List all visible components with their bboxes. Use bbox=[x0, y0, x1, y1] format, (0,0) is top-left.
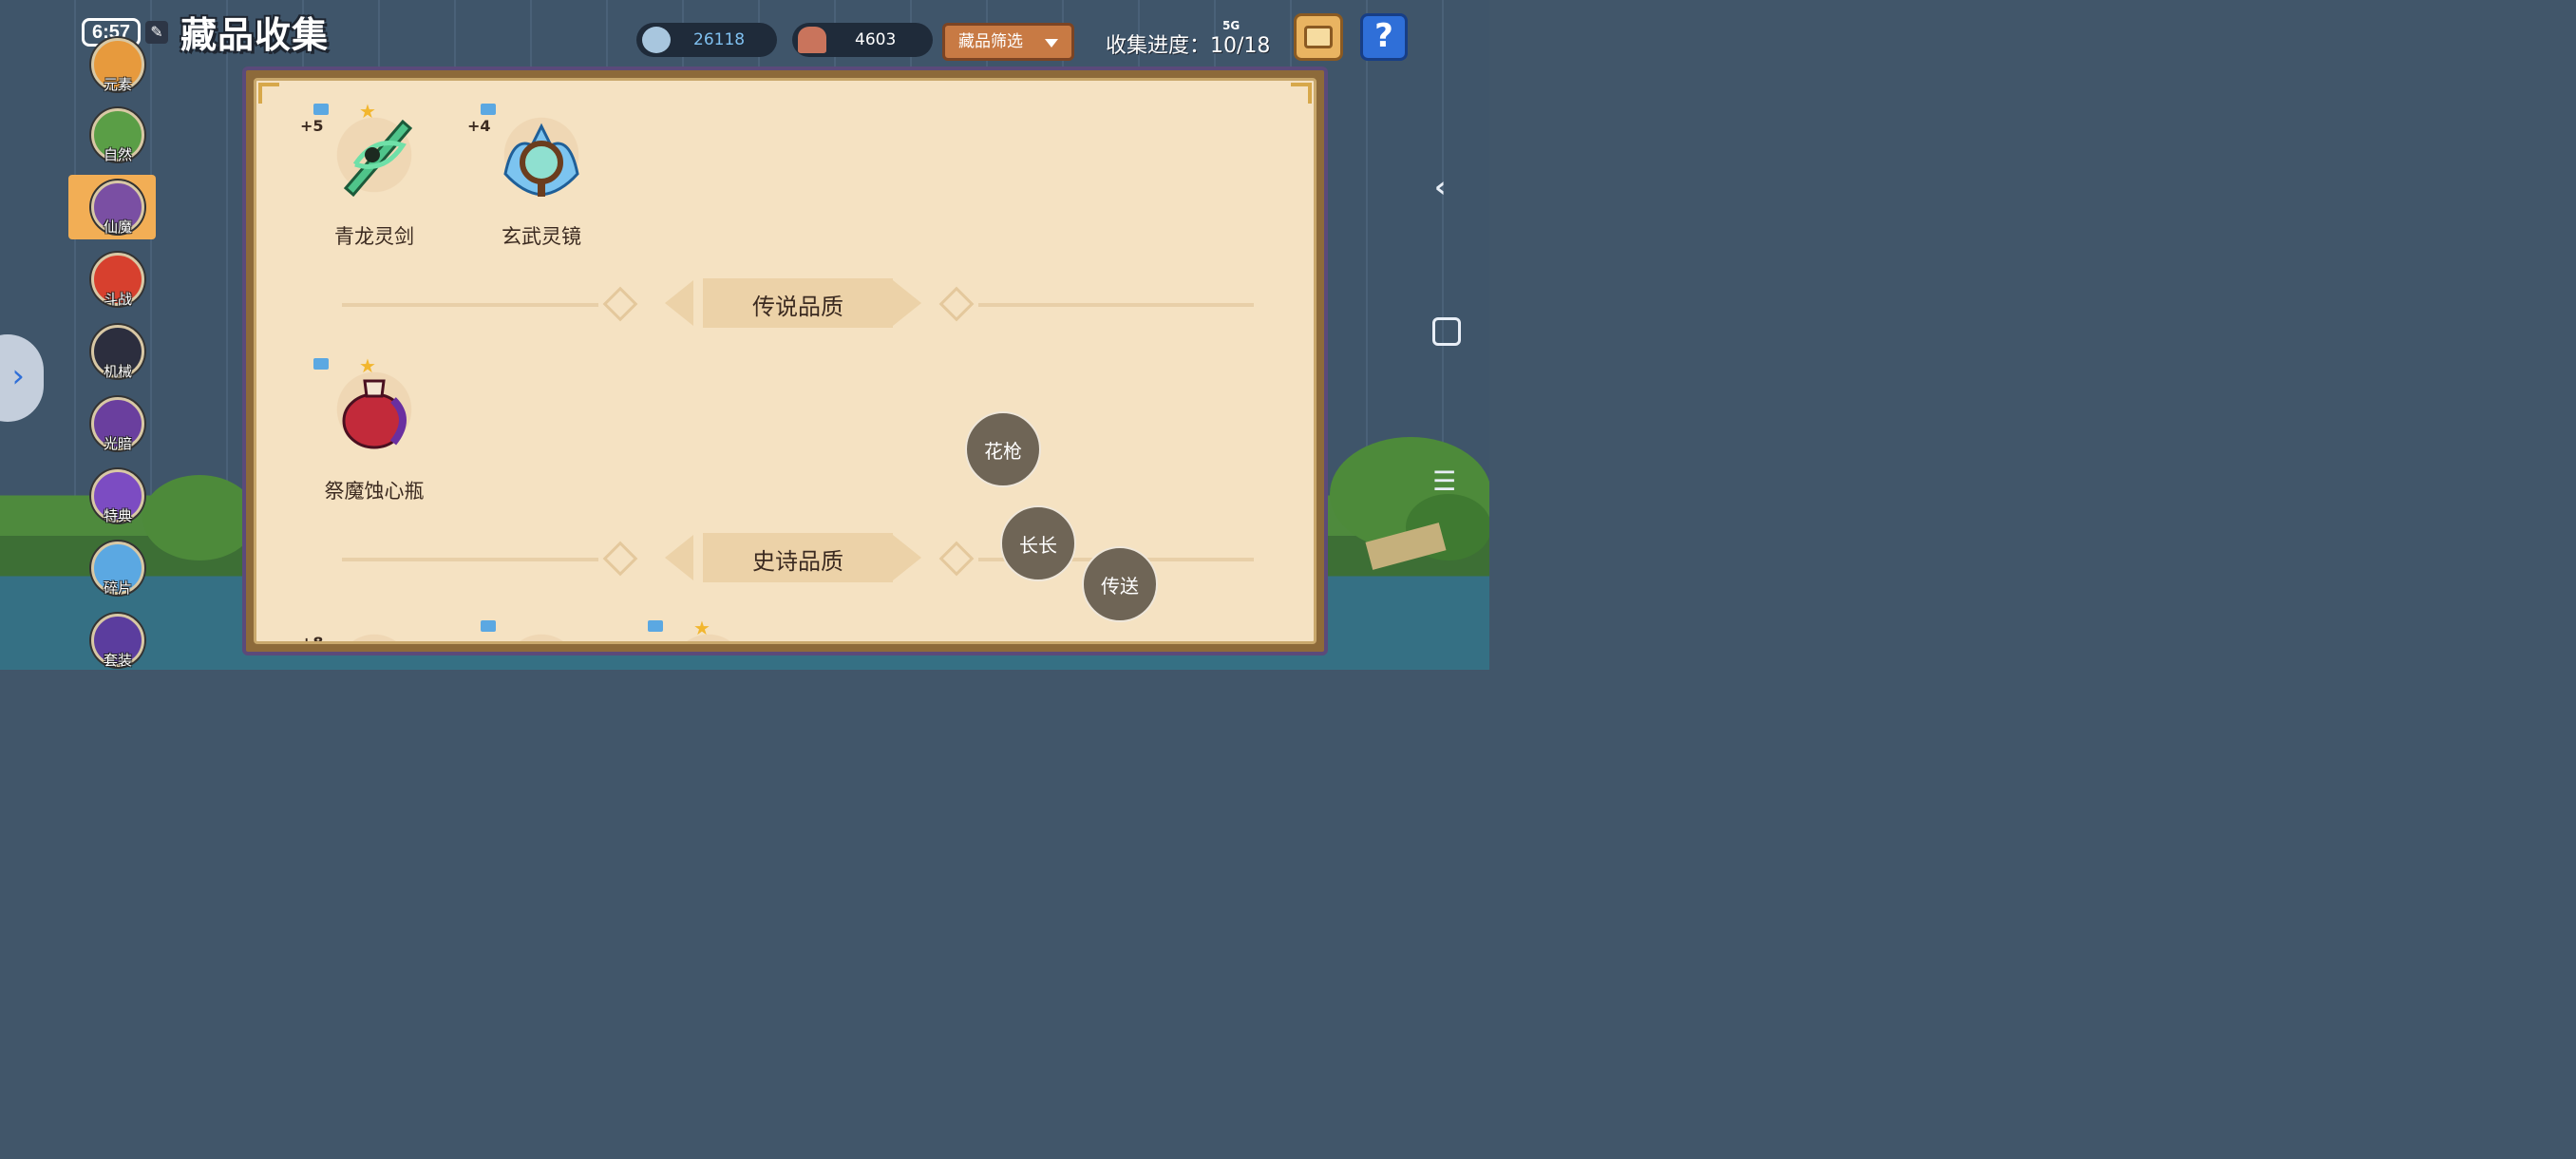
sidebar-item-nature[interactable]: 自然 bbox=[89, 108, 146, 175]
upgrade-icon bbox=[481, 620, 496, 632]
star-icon: ★ bbox=[359, 354, 376, 377]
panel-corner bbox=[258, 83, 279, 104]
sidebar-item-label: 斗战 bbox=[103, 291, 132, 308]
sidebar-item-label: 光暗 bbox=[103, 435, 132, 452]
chevron-down-icon bbox=[1045, 39, 1058, 48]
collection-item[interactable]: ★ 祭魔蚀心瓶 bbox=[308, 354, 441, 514]
wrench-icon: ✎ bbox=[145, 21, 168, 44]
item-level: +5 bbox=[300, 117, 324, 135]
item-level: +8 bbox=[300, 634, 324, 644]
floating-button-long[interactable]: 长长 bbox=[1000, 505, 1076, 581]
coin-icon bbox=[642, 27, 671, 53]
sidebar-item-light-dark[interactable]: 光暗 bbox=[89, 397, 146, 464]
collection-item[interactable]: +4 玄武灵镜 bbox=[467, 104, 608, 259]
sidebar-item-label: 机械 bbox=[103, 363, 132, 380]
floating-button-spear[interactable]: 花枪 bbox=[965, 411, 1041, 487]
upgrade-icon bbox=[648, 620, 663, 632]
epic-item-2-icon bbox=[494, 624, 589, 641]
collection-item[interactable] bbox=[475, 620, 608, 641]
sidebar-item-element[interactable]: 元素 bbox=[89, 38, 146, 104]
sidebar-item-mechanic[interactable]: 机械 bbox=[89, 325, 146, 391]
sidebar-item-label: 特典 bbox=[103, 507, 132, 524]
chevron-right-icon: › bbox=[11, 357, 25, 395]
collection-item[interactable]: ★ bbox=[642, 617, 775, 641]
filter-label: 藏品筛选 bbox=[958, 32, 1023, 51]
section-divider-legendary: 传说品质 bbox=[342, 278, 1254, 332]
category-sidebar: 元素 自然 仙魔 斗战 机械 光暗 特典 碎片 套装 bbox=[66, 38, 161, 670]
item-name: 玄武灵镜 bbox=[502, 225, 581, 248]
currency-2-value: 4603 bbox=[855, 30, 897, 49]
sidebar-item-label: 自然 bbox=[103, 146, 132, 163]
sidebar-item-label: 仙魔 bbox=[103, 218, 132, 236]
sidebar-item-special[interactable]: 特典 bbox=[89, 469, 146, 536]
chest-icon bbox=[1304, 26, 1333, 48]
item-name: 青龙灵剑 bbox=[334, 225, 414, 248]
section-title: 传说品质 bbox=[752, 294, 843, 320]
sidebar-item-fragments[interactable]: 碎片 bbox=[89, 542, 146, 608]
sidebar-item-label: 碎片 bbox=[103, 580, 132, 597]
collection-panel: +5 ★ 青龙灵剑 +4 玄武灵镜 传说品质 ★ 祭魔蚀心瓶 史诗品质 +8 ★ bbox=[242, 66, 1328, 656]
sidebar-item-battle[interactable]: 斗战 bbox=[89, 253, 146, 319]
sidebar-item-set[interactable]: 套装 bbox=[89, 614, 146, 680]
collection-item[interactable]: +5 ★ 青龙灵剑 bbox=[300, 100, 441, 259]
help-button[interactable]: ? bbox=[1360, 13, 1408, 61]
ore-icon bbox=[798, 27, 826, 53]
collection-item[interactable]: +8 bbox=[300, 624, 441, 641]
top-bar: 6:57 ✎ 藏品收集 26118 4603 藏品筛选 收集进度：10/18 5… bbox=[0, 0, 1489, 66]
star-icon: ★ bbox=[693, 617, 710, 639]
page-title: 藏品收集 bbox=[180, 14, 330, 56]
currency-1-value: 26118 bbox=[693, 30, 746, 49]
item-level: +4 bbox=[467, 117, 491, 135]
upgrade-icon bbox=[481, 104, 496, 115]
home-nav-icon[interactable] bbox=[1432, 317, 1461, 346]
panel-corner bbox=[1291, 83, 1312, 104]
currency-1: 26118 bbox=[636, 23, 777, 57]
sidebar-item-label: 元素 bbox=[103, 76, 132, 93]
collection-panel-inner: +5 ★ 青龙灵剑 +4 玄武灵镜 传说品质 ★ 祭魔蚀心瓶 史诗品质 +8 ★ bbox=[254, 78, 1316, 644]
epic-item-1-icon bbox=[327, 624, 422, 641]
back-nav-icon[interactable]: ‹ bbox=[1434, 171, 1446, 204]
sidebar-item-immortal-demon[interactable]: 仙魔 bbox=[89, 180, 146, 247]
black-tortoise-mirror-icon bbox=[494, 107, 589, 202]
item-name: 祭魔蚀心瓶 bbox=[324, 480, 425, 503]
floating-button-teleport[interactable]: 传送 bbox=[1082, 546, 1158, 622]
sidebar-item-label: 套装 bbox=[103, 652, 132, 669]
signal-indicator: 5G bbox=[1222, 19, 1241, 32]
section-title: 史诗品质 bbox=[752, 548, 843, 575]
filter-button[interactable]: 藏品筛选 bbox=[942, 23, 1074, 61]
menu-nav-icon[interactable]: ☰ bbox=[1432, 466, 1456, 497]
star-icon: ★ bbox=[359, 100, 376, 123]
reward-chest-button[interactable] bbox=[1294, 13, 1343, 61]
currency-2: 4603 bbox=[792, 23, 933, 57]
upgrade-icon bbox=[313, 104, 329, 115]
upgrade-icon bbox=[313, 358, 329, 370]
collection-progress: 收集进度：10/18 bbox=[1106, 34, 1271, 58]
